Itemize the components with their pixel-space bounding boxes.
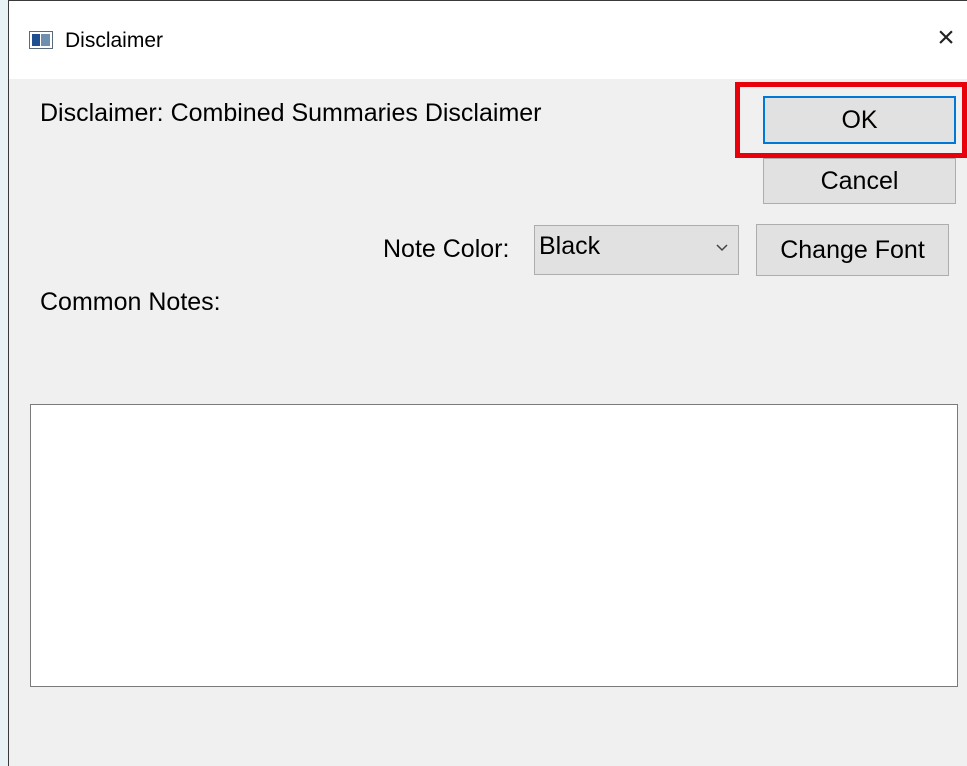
app-window-icon: [29, 31, 53, 49]
disclaimer-label: Disclaimer: Combined Summaries Disclaime…: [40, 99, 542, 127]
title-bar: Disclaimer ×: [9, 1, 967, 79]
disclaimer-dialog: Disclaimer × Disclaimer: Combined Summar…: [8, 0, 967, 766]
chevron-down-icon: [716, 244, 728, 252]
window-title: Disclaimer: [65, 29, 164, 52]
close-icon[interactable]: ×: [933, 23, 959, 53]
note-color-value: Black: [539, 232, 601, 260]
common-notes-label: Common Notes:: [40, 288, 221, 316]
ok-button[interactable]: OK: [763, 96, 956, 144]
common-notes-textarea[interactable]: [30, 404, 958, 687]
note-color-dropdown[interactable]: Black: [534, 225, 739, 275]
cancel-button[interactable]: Cancel: [763, 158, 956, 204]
change-font-button[interactable]: Change Font: [756, 224, 949, 276]
note-color-label: Note Color:: [383, 235, 510, 263]
